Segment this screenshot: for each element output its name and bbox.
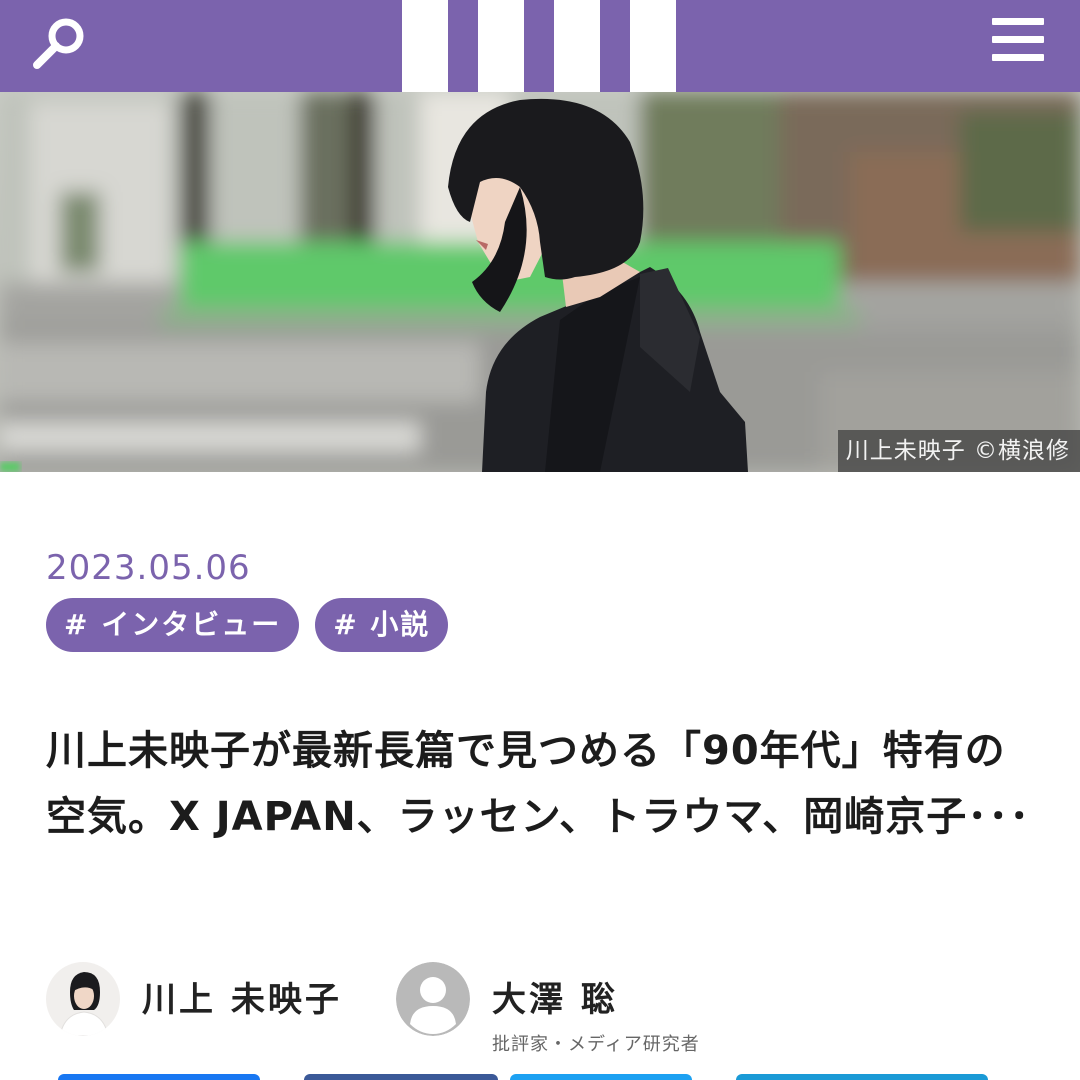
tag-novel[interactable]: # 小説 <box>315 598 449 652</box>
share-button-facebook[interactable] <box>58 1074 260 1080</box>
publish-date: 2023.05.06 <box>46 548 251 588</box>
author-name: 川上 未映子 <box>142 980 342 1020</box>
site-header <box>0 0 1080 92</box>
author-role: 批評家・メディア研究者 <box>492 1034 700 1055</box>
hero-image: 川上未映子 ©横浪修 <box>0 92 1080 472</box>
search-button[interactable] <box>28 12 92 76</box>
tag-list: # インタビュー # 小説 <box>46 598 449 652</box>
article-title: 川上未映子が最新長篇で見つめる「90年代」特有の空気。X JAPAN、ラッセン、… <box>46 728 1031 840</box>
author-avatar <box>46 962 120 1036</box>
share-button-twitter[interactable] <box>510 1074 692 1080</box>
hero-photo <box>0 92 1080 472</box>
hamburger-menu-icon <box>992 18 1044 25</box>
author-name: 大澤 聡 <box>492 980 618 1020</box>
photo-credit: 川上未映子 ©横浪修 <box>837 430 1080 472</box>
hamburger-menu-button[interactable] <box>988 14 1050 70</box>
site-logo[interactable] <box>402 0 676 92</box>
author-card[interactable]: 川上 未映子 <box>46 962 342 1036</box>
search-icon <box>33 18 84 69</box>
default-avatar-icon <box>396 962 470 1036</box>
tag-interview[interactable]: # インタビュー <box>46 598 300 652</box>
share-button-other[interactable] <box>736 1074 988 1080</box>
share-button-facebook-alt[interactable] <box>304 1074 498 1080</box>
author-card[interactable]: 大澤 聡 批評家・メディア研究者 <box>396 962 700 1056</box>
